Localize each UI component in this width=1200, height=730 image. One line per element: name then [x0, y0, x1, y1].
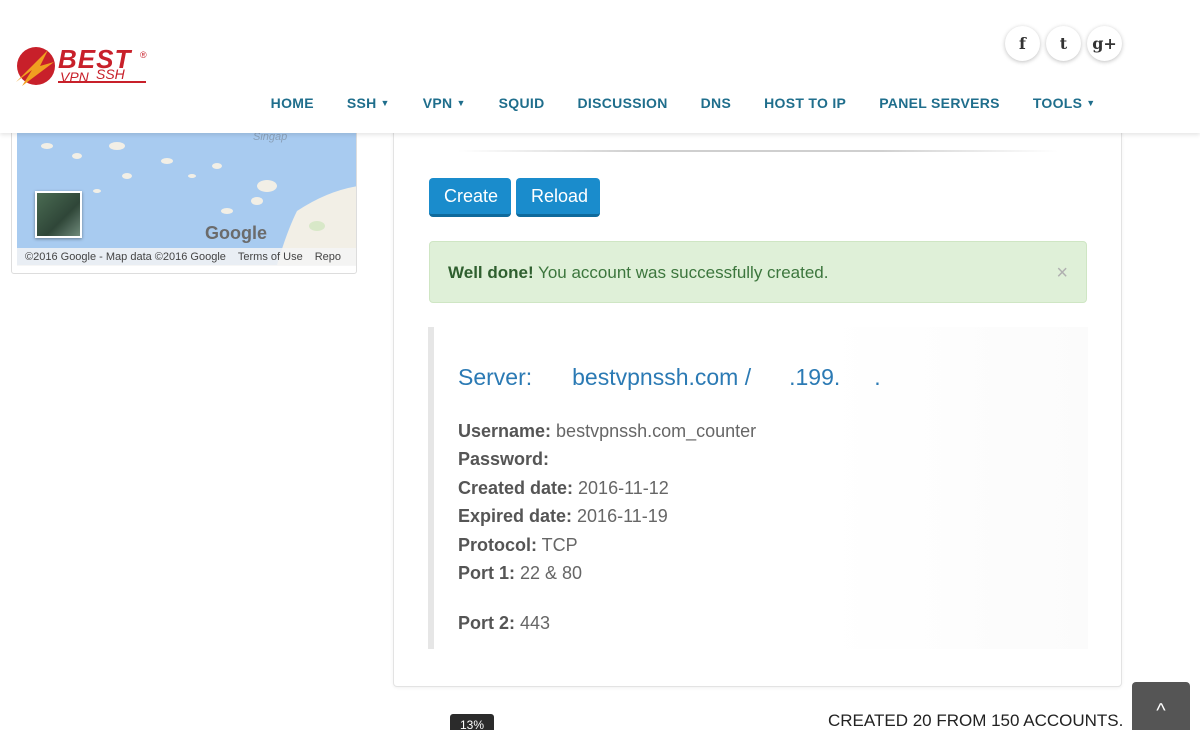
nav-ssh-label: SSH: [346, 95, 377, 111]
username-value: bestvpnssh.com_counter: [551, 421, 757, 441]
port1-label: Port 1:: [458, 563, 516, 583]
account-card: Create Reload Well done! You account was…: [393, 100, 1122, 687]
google-plus-icon[interactable]: g+: [1087, 26, 1122, 61]
map-copyright: ©2016 Google - Map data ©2016 Google: [25, 251, 226, 263]
created-date-label: Created date:: [458, 478, 574, 498]
logo-registered-mark: ®: [140, 50, 147, 60]
caret-down-icon: ▼: [380, 98, 390, 108]
create-button[interactable]: Create: [429, 178, 511, 217]
nav-home[interactable]: HOME: [254, 95, 330, 111]
expired-date-field: Expired date: 2016-11-19: [458, 506, 668, 527]
protocol-field: Protocol: TCP: [458, 535, 578, 556]
port2-value: 443: [515, 613, 551, 633]
social-links: f t g+: [1005, 26, 1122, 61]
server-label: Server:: [458, 364, 533, 390]
main-nav: HOME SSH ▼ VPN ▼ SQUID DISCUSSION DNS HOST…: [254, 95, 1112, 111]
server-host: bestvpnssh.com /: [572, 364, 752, 390]
created-date-field: Created date: 2016-11-12: [458, 478, 669, 499]
satellite-view-toggle[interactable]: [35, 191, 82, 238]
nav-dns[interactable]: DNS: [684, 95, 747, 111]
nav-home-label: HOME: [270, 95, 314, 111]
port2-field: Port 2: 443: [458, 613, 550, 634]
logo-vpn-text: VPN: [60, 69, 89, 85]
google-logo: Google: [205, 223, 267, 243]
nav-vpn[interactable]: VPN ▼: [406, 95, 482, 111]
facebook-icon[interactable]: f: [1005, 26, 1040, 61]
logo-ssh-text: SSH: [96, 66, 125, 82]
scroll-top-button[interactable]: ^: [1132, 682, 1190, 730]
nav-panel-servers[interactable]: PANEL SERVERS: [863, 95, 1017, 111]
map-report-link[interactable]: Repo: [315, 251, 341, 263]
username-label: Username:: [458, 421, 552, 441]
username-field: Username: bestvpnssh.com_counter: [458, 421, 756, 442]
nav-vpn-label: VPN: [422, 95, 453, 111]
map-terms-link[interactable]: Terms of Use: [238, 251, 303, 263]
site-header: BEST VPN SSH ® f t g+ HOME SSH ▼ VPN ▼ SQU…: [0, 0, 1200, 133]
account-details: Server: bestvpnssh.com / .199.. Username: …: [428, 327, 1088, 649]
site-logo[interactable]: BEST VPN SSH ®: [14, 42, 154, 90]
alert-message: You account was successfully created.: [533, 263, 829, 282]
server-ip-part2: .: [874, 364, 881, 390]
twitter-icon[interactable]: t: [1046, 26, 1081, 61]
expired-date-value: 2016-11-19: [572, 506, 668, 526]
protocol-value: TCP: [537, 535, 578, 555]
expired-date-label: Expired date:: [458, 506, 573, 526]
caret-down-icon: ▼: [1086, 98, 1096, 108]
nav-dns-label: DNS: [700, 95, 732, 111]
nav-tools-label: TOOLS: [1032, 95, 1083, 111]
nav-host-to-ip[interactable]: HOST TO IP: [748, 95, 863, 111]
alert-strong-text: Well done!: [448, 263, 534, 282]
accounts-created-count: CREATED 20 FROM 150 ACCOUNTS.: [828, 711, 1124, 730]
server-line: Server: bestvpnssh.com / .199..: [458, 364, 881, 391]
created-date-value: 2016-11-12: [573, 478, 669, 498]
nav-squid[interactable]: SQUID: [482, 95, 561, 111]
nav-host-to-ip-label: HOST TO IP: [764, 95, 847, 111]
caret-down-icon: ▼: [456, 98, 466, 108]
port2-label: Port 2:: [458, 613, 516, 633]
password-label: Password:: [458, 449, 550, 469]
map-attribution: ©2016 Google - Map data ©2016 Google Term…: [17, 248, 356, 266]
progress-badge: 13%: [450, 714, 494, 730]
protocol-label: Protocol:: [458, 535, 537, 555]
port1-value: 22 & 80: [515, 563, 583, 583]
nav-discussion[interactable]: DISCUSSION: [561, 95, 684, 111]
chevron-up-icon: ^: [1156, 700, 1166, 722]
nav-ssh[interactable]: SSH ▼: [330, 95, 406, 111]
nav-tools[interactable]: TOOLS ▼: [1016, 95, 1112, 111]
port1-field: Port 1: 22 & 80: [458, 563, 582, 584]
divider: [458, 150, 1058, 152]
reload-button[interactable]: Reload: [516, 178, 600, 217]
success-alert: Well done! You account was successfully …: [429, 241, 1087, 303]
nav-panel-servers-label: PANEL SERVERS: [879, 95, 1000, 111]
nav-squid-label: SQUID: [498, 95, 545, 111]
password-field: Password:: [458, 449, 549, 470]
close-icon[interactable]: ×: [1056, 242, 1068, 304]
server-ip-part1: .199.: [789, 364, 841, 390]
nav-discussion-label: DISCUSSION: [577, 95, 668, 111]
